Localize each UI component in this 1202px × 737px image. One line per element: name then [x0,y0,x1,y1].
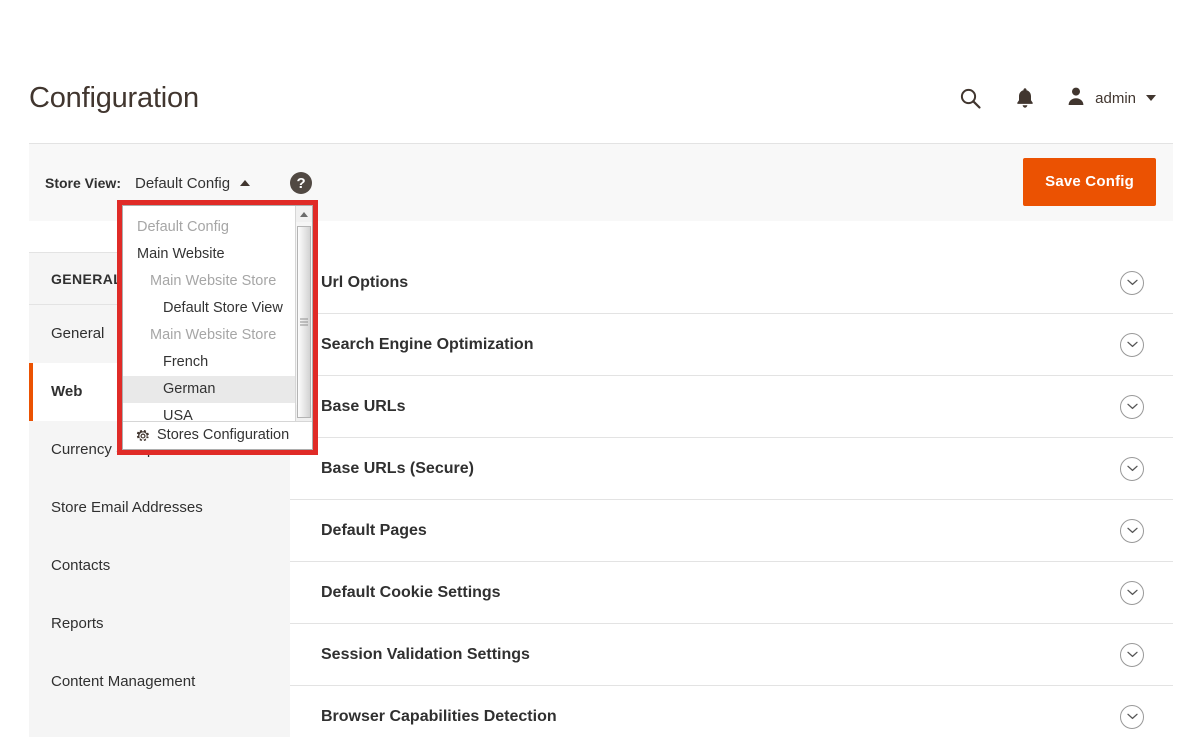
sidebar-item-label: Content Management [51,673,196,690]
caret-up-icon [240,180,251,186]
config-sections-panel: Url Options Search Engine Optimization B… [290,252,1173,737]
store-view-selector[interactable]: Default Config [135,174,251,192]
store-switcher-option-list: Default Config Main Website Main Website… [123,206,312,421]
scrollbar-grip-icon [300,318,308,326]
config-section-title: Url Options [321,273,409,291]
sidebar-item-label: Web [51,383,83,400]
sidebar-item-content-management[interactable]: Content Management [29,653,290,711]
sidebar-item-label: General [51,325,105,342]
store-view-label: Store View: [45,175,121,191]
chevron-down-icon[interactable] [1120,456,1144,481]
user-avatar-icon [1066,86,1086,110]
sidebar-item-label: Contacts [51,557,111,574]
scrollbar-up-arrow-icon[interactable] [296,206,312,222]
user-menu[interactable]: admin [1066,86,1156,110]
header-actions: admin [956,80,1156,116]
user-name: admin [1095,89,1136,107]
config-section-search-engine-optimization[interactable]: Search Engine Optimization [290,314,1173,376]
chevron-down-icon [1146,95,1156,101]
sidebar-item-contacts[interactable]: Contacts [29,537,290,595]
dropdown-option-label: French [163,354,209,370]
dropdown-scrollbar[interactable] [295,206,312,421]
chevron-down-icon[interactable] [1120,518,1144,543]
sidebar-item-label: Reports [51,615,104,632]
bell-icon[interactable] [1011,84,1039,112]
help-icon[interactable]: ? [290,172,313,194]
dropdown-option-label: USA [163,408,193,421]
config-section-title: Browser Capabilities Detection [321,707,557,725]
chevron-down-icon[interactable] [1120,580,1144,605]
dropdown-option-default-store-view[interactable]: Default Store View [123,295,312,322]
config-section-url-options[interactable]: Url Options [290,252,1173,314]
scrollbar-track[interactable] [296,222,312,418]
chevron-down-icon[interactable] [1120,332,1144,357]
dropdown-option-german[interactable]: German [123,376,312,403]
chevron-down-icon[interactable] [1120,270,1144,295]
dropdown-group-label: Main Website Store [150,327,277,343]
save-config-button[interactable]: Save Config [1023,158,1156,206]
search-icon[interactable] [956,84,984,112]
stores-configuration-link[interactable]: Stores Configuration [123,421,312,449]
dropdown-option-usa[interactable]: USA [123,403,312,421]
store-switcher-annotation-box: Default Config Main Website Main Website… [117,200,318,455]
config-section-base-urls[interactable]: Base URLs [290,376,1173,438]
dropdown-option-french[interactable]: French [123,349,312,376]
config-section-browser-capabilities-detection[interactable]: Browser Capabilities Detection [290,686,1173,737]
dropdown-group-label: Main Website Store [150,273,277,289]
gear-icon [136,429,150,443]
config-section-base-urls-secure[interactable]: Base URLs (Secure) [290,438,1173,500]
dropdown-option-label: Main Website [137,246,225,262]
config-section-session-validation-settings[interactable]: Session Validation Settings [290,624,1173,686]
dropdown-option-main-website[interactable]: Main Website [123,241,312,268]
dropdown-option-default-config: Default Config [123,214,312,241]
dropdown-option-label: German [163,381,216,397]
sidebar-item-reports[interactable]: Reports [29,595,290,653]
chevron-down-icon[interactable] [1120,642,1144,667]
stores-configuration-label: Stores Configuration [157,427,290,443]
config-section-title: Base URLs (Secure) [321,459,474,477]
config-section-default-cookie-settings[interactable]: Default Cookie Settings [290,562,1173,624]
chevron-down-icon[interactable] [1120,394,1144,419]
config-section-title: Base URLs [321,397,406,415]
store-switcher-dropdown: Default Config Main Website Main Website… [122,205,313,450]
dropdown-option-label: Default Store View [163,300,283,316]
store-switcher-group: Store View: Default Config ? [45,172,313,194]
chevron-down-icon[interactable] [1120,704,1144,729]
config-section-title: Search Engine Optimization [321,335,534,353]
store-view-selected-value: Default Config [135,174,231,192]
configuration-page: Configuration admin Store View: Default … [0,0,1202,737]
dropdown-group-main-website-store-2: Main Website Store [123,322,312,349]
sidebar-item-label: Store Email Addresses [51,499,203,516]
config-section-title: Default Cookie Settings [321,583,501,601]
page-title: Configuration [29,82,199,114]
page-header: Configuration admin [0,0,1202,140]
dropdown-group-main-website-store-1: Main Website Store [123,268,312,295]
config-section-default-pages[interactable]: Default Pages [290,500,1173,562]
dropdown-option-label: Default Config [137,219,229,235]
config-section-title: Session Validation Settings [321,645,530,663]
scrollbar-thumb[interactable] [297,226,311,418]
sidebar-item-store-email-addresses[interactable]: Store Email Addresses [29,479,290,537]
config-section-title: Default Pages [321,521,427,539]
